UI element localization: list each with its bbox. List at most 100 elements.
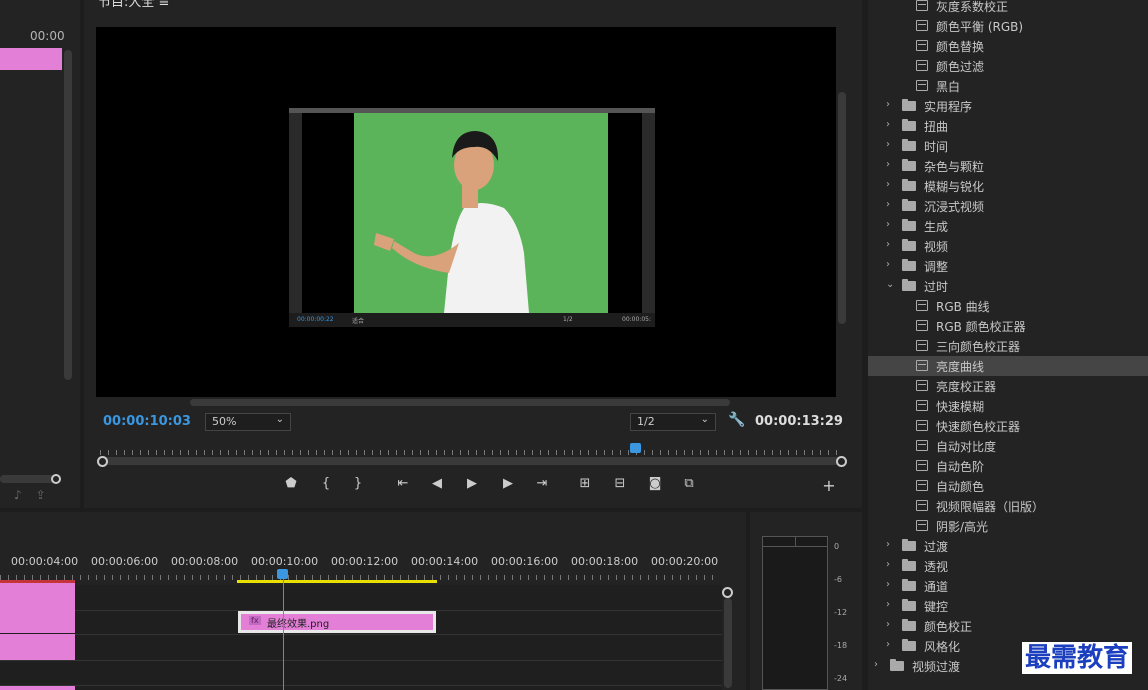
meter-divider (762, 546, 828, 547)
effect-folder[interactable]: › 颜色校正 (868, 616, 1148, 636)
zoom-value: 50% (212, 415, 237, 428)
effect-item[interactable]: 自动对比度 (868, 436, 1148, 456)
left-horizontal-scrollbar[interactable] (0, 475, 58, 483)
step-back-icon[interactable]: ◀ (426, 476, 448, 491)
lift-icon[interactable]: ⊞ (574, 476, 596, 491)
chevron-right-icon[interactable]: › (886, 579, 890, 590)
effect-label: 杂色与颗粒 (924, 160, 985, 174)
monitor-vertical-scrollbar[interactable] (838, 92, 846, 324)
effect-folder[interactable]: › 调整 (868, 256, 1148, 276)
nested-fit: 适合 (352, 318, 365, 325)
chevron-right-icon[interactable]: › (886, 239, 890, 250)
folder-icon (902, 159, 916, 171)
zoom-level-select[interactable]: 50% ⌄ (205, 413, 291, 431)
effect-item[interactable]: 亮度曲线 (868, 356, 1148, 376)
monitor-time-ruler[interactable] (100, 441, 844, 455)
chevron-right-icon[interactable]: › (886, 199, 890, 210)
go-to-out-icon[interactable]: ⇥ (531, 476, 553, 491)
effect-folder[interactable]: › 键控 (868, 596, 1148, 616)
effect-folder[interactable]: › 过渡 (868, 536, 1148, 556)
export-icon[interactable]: ⇪ (36, 488, 60, 502)
nested-duration: 00:00:05: (622, 316, 651, 323)
export-frame-icon[interactable]: ◙ (644, 476, 666, 491)
effect-item[interactable]: 阴影/高光 (868, 516, 1148, 536)
chevron-right-icon[interactable]: › (886, 599, 890, 610)
chevron-right-icon[interactable]: › (886, 119, 890, 130)
effect-item[interactable]: 灰度系数校正 (868, 0, 1148, 16)
left-panel-icons[interactable]: ♪⇪ (14, 488, 60, 502)
extract-icon[interactable]: ⊟ (609, 476, 631, 491)
left-zoom-knob[interactable] (51, 474, 61, 484)
chevron-right-icon[interactable]: › (886, 539, 890, 550)
playback-resolution-select[interactable]: 1/2 ⌄ (630, 413, 716, 431)
chevron-right-icon[interactable]: › (886, 99, 890, 110)
fx-badge-icon[interactable]: fx (249, 616, 261, 625)
chevron-right-icon[interactable]: › (886, 139, 890, 150)
comparison-view-icon[interactable]: ⧉ (678, 476, 700, 491)
chevron-right-icon[interactable]: › (886, 179, 890, 190)
effect-label: 键控 (924, 600, 949, 614)
add-button-icon[interactable]: + (818, 476, 840, 495)
effect-folder[interactable]: › 杂色与颗粒 (868, 156, 1148, 176)
chevron-down-icon[interactable]: ⌄ (886, 279, 894, 290)
timeline-ruler[interactable] (0, 570, 720, 580)
monitor-title[interactable]: 节目:大全 ≡ (98, 0, 169, 10)
timeline-clip[interactable] (0, 583, 75, 633)
chevron-right-icon[interactable]: › (886, 259, 890, 270)
effect-folder[interactable]: › 实用程序 (868, 96, 1148, 116)
chevron-right-icon[interactable]: › (886, 219, 890, 230)
effect-folder[interactable]: › 扭曲 (868, 116, 1148, 136)
timeline-clip[interactable] (0, 634, 75, 660)
timeline-clip[interactable] (0, 686, 75, 690)
chevron-right-icon[interactable]: › (886, 559, 890, 570)
zoom-start-knob[interactable] (97, 456, 108, 467)
effect-item[interactable]: 颜色平衡 (RGB) (868, 16, 1148, 36)
effect-folder[interactable]: › 时间 (868, 136, 1148, 156)
left-vertical-scrollbar[interactable] (64, 50, 72, 380)
effect-item[interactable]: 亮度校正器 (868, 376, 1148, 396)
selected-clip[interactable]: fx 最终效果.png (238, 611, 436, 633)
effect-item[interactable]: 快速模糊 (868, 396, 1148, 416)
timeline-tracks[interactable] (0, 585, 722, 690)
chevron-right-icon[interactable]: › (886, 159, 890, 170)
effect-folder[interactable]: › 透视 (868, 556, 1148, 576)
zoom-end-knob[interactable] (836, 456, 847, 467)
effect-folder[interactable]: › 视频 (868, 236, 1148, 256)
add-marker-icon[interactable]: ⬟ (280, 476, 302, 491)
go-to-in-icon[interactable]: ⇤ (392, 476, 414, 491)
effect-item[interactable]: 颜色过滤 (868, 56, 1148, 76)
monitor-zoom-scrollbar[interactable] (103, 457, 841, 465)
chevron-right-icon[interactable]: › (886, 619, 890, 630)
effect-folder[interactable]: › 通道 (868, 576, 1148, 596)
effect-item[interactable]: 颜色替换 (868, 36, 1148, 56)
effect-item[interactable]: 自动颜色 (868, 476, 1148, 496)
effect-item[interactable]: 快速颜色校正器 (868, 416, 1148, 436)
effect-folder[interactable]: › 模糊与锐化 (868, 176, 1148, 196)
effect-item[interactable]: RGB 曲线 (868, 296, 1148, 316)
step-forward-icon[interactable]: ▶ (497, 476, 519, 491)
effect-item[interactable]: 黑白 (868, 76, 1148, 96)
monitor-horizontal-scrollbar[interactable] (190, 399, 730, 406)
chevron-right-icon[interactable]: › (874, 659, 878, 670)
effect-item[interactable]: 视频限幅器（旧版） (868, 496, 1148, 516)
timeline-zoom-knob[interactable] (722, 587, 733, 598)
effect-folder[interactable]: ⌄ 过时 (868, 276, 1148, 296)
play-icon[interactable]: ▶ (461, 476, 483, 491)
monitor-playhead[interactable] (630, 443, 641, 453)
mark-out-icon[interactable]: } (347, 476, 369, 491)
folder-icon (902, 199, 916, 211)
effect-folder[interactable]: › 生成 (868, 216, 1148, 236)
mark-in-icon[interactable]: { (315, 476, 337, 491)
effect-item[interactable]: 三向颜色校正器 (868, 336, 1148, 356)
source-clip-strip[interactable] (0, 48, 62, 70)
chevron-right-icon[interactable]: › (886, 639, 890, 650)
current-timecode[interactable]: 00:00:10:03 (103, 414, 191, 429)
effect-item[interactable]: 自动色阶 (868, 456, 1148, 476)
timeline-playhead-line[interactable] (283, 570, 284, 690)
audio-icon[interactable]: ♪ (14, 488, 36, 502)
timeline-vertical-scrollbar[interactable] (724, 598, 732, 688)
folder-icon (902, 579, 916, 591)
effect-folder[interactable]: › 沉浸式视频 (868, 196, 1148, 216)
settings-wrench-icon[interactable]: 🔧 (728, 412, 745, 428)
effect-item[interactable]: RGB 颜色校正器 (868, 316, 1148, 336)
